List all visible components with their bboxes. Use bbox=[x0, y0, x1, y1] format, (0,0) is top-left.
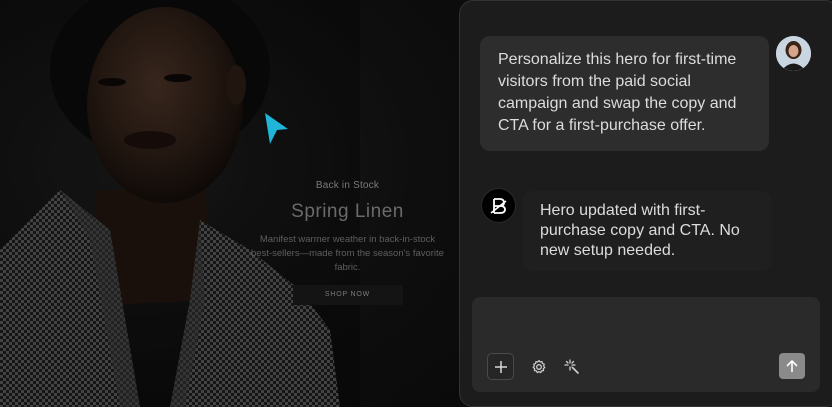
hero-cta-button[interactable]: SHOP NOW bbox=[292, 285, 403, 305]
hero-description: Manifest warmer weather in back-in-stock… bbox=[251, 234, 444, 273]
avatar bbox=[776, 36, 811, 71]
message-input[interactable] bbox=[486, 307, 806, 337]
sparkle-icon bbox=[563, 358, 579, 374]
assistant-message: Hero updated with first-purchase copy an… bbox=[522, 191, 772, 271]
hero-eyebrow: Back in Stock bbox=[315, 180, 380, 191]
hero-title: Spring Linen bbox=[291, 201, 404, 222]
arrow-up-icon bbox=[786, 360, 798, 373]
gear-icon bbox=[532, 359, 545, 373]
add-button[interactable] bbox=[487, 353, 514, 380]
settings-button[interactable] bbox=[525, 353, 552, 380]
pointer-cursor-icon bbox=[265, 113, 288, 144]
send-button[interactable] bbox=[779, 353, 805, 379]
message-composer bbox=[472, 297, 820, 392]
hero-preview: Back in Stock Spring Linen Manifest warm… bbox=[0, 0, 470, 407]
hero-copy: Back in Stock Spring Linen Manifest warm… bbox=[250, 180, 445, 305]
magic-button[interactable] bbox=[558, 353, 585, 380]
user-avatar-icon bbox=[776, 36, 811, 71]
plus-icon bbox=[494, 360, 507, 373]
brand-logo-icon bbox=[481, 188, 516, 223]
user-message: Personalize this hero for first-time vis… bbox=[480, 36, 769, 151]
chat-panel: Personalize this hero for first-time vis… bbox=[459, 0, 832, 407]
